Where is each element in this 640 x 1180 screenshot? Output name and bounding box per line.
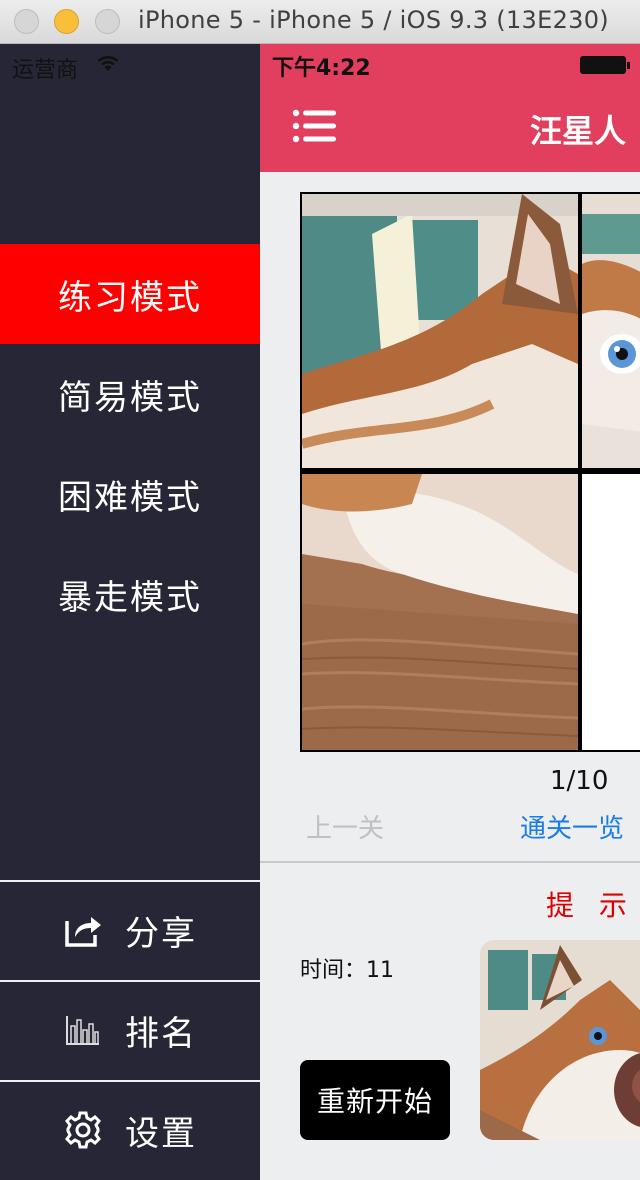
game-panel: 下午4:22 汪星人 1/10 上一关 通关一览 提 示 时间：11 重新开始 [260, 44, 640, 1180]
settings-button[interactable]: 设置 [0, 1080, 260, 1178]
timer-label: 时间：11 [300, 958, 394, 983]
mode-hard[interactable]: 困难模式 [0, 444, 260, 544]
hamburger-menu-icon[interactable] [292, 108, 336, 144]
puzzle-board [300, 192, 640, 752]
mode-hard-label: 困难模式 [58, 477, 202, 518]
window-title: iPhone 5 - iPhone 5 / iOS 9.3 (13E230) [138, 6, 609, 34]
settings-label: 设置 [125, 1113, 197, 1154]
ranking-chart-icon [63, 1010, 103, 1050]
previous-level-button[interactable]: 上一关 [306, 808, 384, 845]
ranking-button[interactable]: 排名 [0, 980, 260, 1078]
mode-easy[interactable]: 简易模式 [0, 344, 260, 444]
restart-button-label: 重新开始 [316, 1085, 433, 1118]
share-button[interactable]: 分享 [0, 880, 260, 978]
puzzle-tile[interactable] [582, 194, 640, 468]
window-zoom-button[interactable] [95, 9, 120, 34]
battery-icon [580, 56, 630, 74]
share-icon [63, 910, 103, 950]
ranking-label: 排名 [125, 1013, 197, 1054]
puzzle-tile[interactable] [302, 474, 578, 750]
gear-icon [63, 1110, 103, 1150]
page-title: 汪星人 [530, 112, 627, 150]
navigation-bar: 下午4:22 汪星人 [260, 44, 640, 172]
mode-crazy-label: 暴走模式 [58, 577, 202, 618]
status-time: 下午4:22 [272, 56, 371, 81]
restart-button[interactable]: 重新开始 [300, 1060, 450, 1140]
mode-practice[interactable]: 练习模式 [0, 244, 260, 344]
mode-practice-label: 练习模式 [58, 277, 202, 318]
mode-easy-label: 简易模式 [58, 377, 202, 418]
reference-image-thumbnail[interactable] [480, 940, 640, 1140]
window-minimize-button[interactable] [54, 9, 79, 34]
wifi-icon [97, 56, 119, 71]
simulator-titlebar: iPhone 5 - iPhone 5 / iOS 9.3 (13E230) [0, 0, 640, 44]
side-drawer: 运营商 练习模式 简易模式 困难模式 暴走模式 分享 排名 设置 [0, 44, 260, 1180]
puzzle-tile[interactable] [302, 194, 578, 468]
level-overview-link[interactable]: 通关一览 [520, 808, 624, 845]
mode-crazy[interactable]: 暴走模式 [0, 544, 260, 644]
carrier-label: 运营商 [12, 58, 79, 83]
section-divider [260, 861, 640, 863]
hint-button[interactable]: 提 示 [546, 884, 635, 924]
empty-tile-slot [582, 474, 640, 750]
level-counter: 1/10 [550, 766, 609, 796]
share-label: 分享 [125, 913, 197, 954]
window-close-button[interactable] [14, 9, 39, 34]
